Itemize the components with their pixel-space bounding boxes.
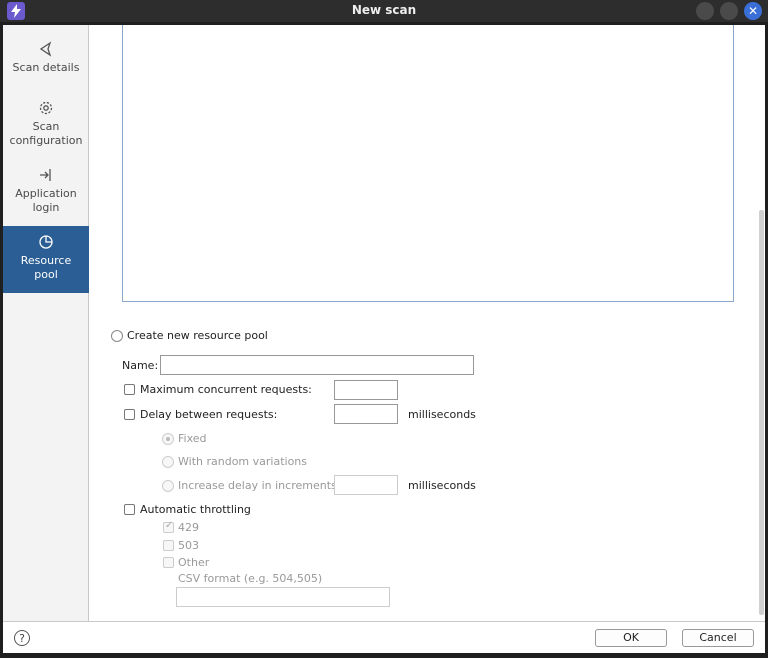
name-input[interactable]	[160, 355, 474, 375]
create-pool-label: Create new resource pool	[127, 329, 268, 342]
max-concurrent-checkbox[interactable]	[124, 384, 135, 395]
delay-input[interactable]	[334, 404, 398, 424]
code-429-checkbox[interactable]	[163, 520, 174, 533]
delay-units-label: milliseconds	[408, 408, 476, 421]
sidebar-item-label-2: configuration	[9, 134, 83, 147]
max-concurrent-input[interactable]	[334, 380, 398, 400]
dialog-window: New scan ✕ Scan details Scan configurati…	[0, 0, 768, 658]
sidebar-item-label-2: pool	[34, 268, 58, 281]
delay-label: Delay between requests:	[140, 408, 278, 421]
auto-throttling-checkbox[interactable]	[124, 504, 135, 515]
code-429-label: 429	[178, 521, 199, 534]
main-panel: Create new resource pool Name: Maximum c…	[90, 25, 765, 621]
pie-chart-icon	[39, 235, 53, 249]
sidebar-item-label: Resource	[20, 254, 72, 267]
max-concurrent-label: Maximum concurrent requests:	[140, 383, 312, 396]
help-icon[interactable]: ?	[14, 630, 30, 646]
dialog-footer: ? OK Cancel	[3, 621, 765, 653]
sidebar-item-label: Scan	[32, 120, 60, 133]
ok-button[interactable]: OK	[595, 629, 667, 647]
window-title: New scan	[351, 3, 417, 17]
delay-checkbox[interactable]	[124, 409, 135, 420]
close-button[interactable]: ✕	[744, 2, 762, 20]
increase-units-label: milliseconds	[408, 479, 476, 492]
gear-icon	[39, 101, 53, 115]
dialog-content: Scan details Scan configuration Applicat…	[3, 25, 765, 653]
other-checkbox[interactable]	[163, 557, 174, 568]
sidebar-item-application-login[interactable]: Application login	[3, 159, 89, 226]
increase-delay-input[interactable]	[334, 475, 398, 495]
maximize-button[interactable]	[720, 2, 738, 20]
fixed-label: Fixed	[178, 432, 207, 445]
increase-delay-radio[interactable]	[162, 480, 174, 492]
send-icon	[39, 41, 52, 57]
create-pool-radio[interactable]	[111, 330, 123, 342]
sidebar-item-label: Application	[15, 187, 77, 200]
vertical-scrollbar[interactable]	[759, 210, 764, 615]
sidebar-item-scan-details[interactable]: Scan details	[3, 33, 89, 100]
login-icon	[40, 169, 51, 181]
cancel-button[interactable]: Cancel	[682, 629, 754, 647]
random-variations-radio[interactable]	[162, 456, 174, 468]
csv-format-label: CSV format (e.g. 504,505)	[178, 572, 323, 585]
code-503-checkbox[interactable]	[163, 540, 174, 551]
title-bar[interactable]: New scan ✕	[0, 0, 768, 22]
sidebar-item-label-2: login	[32, 201, 60, 214]
other-label: Other	[178, 556, 210, 569]
sidebar-item-label: Scan details	[12, 61, 80, 74]
name-label: Name:	[122, 359, 159, 372]
fixed-radio[interactable]	[162, 433, 174, 445]
minimize-button[interactable]	[696, 2, 714, 20]
csv-input[interactable]	[176, 587, 390, 607]
code-503-label: 503	[178, 539, 199, 552]
sidebar-item-resource-pool[interactable]: Resource pool	[3, 226, 89, 293]
random-variations-label: With random variations	[178, 455, 308, 468]
sidebar-item-scan-configuration[interactable]: Scan configuration	[3, 92, 89, 162]
sidebar: Scan details Scan configuration Applicat…	[3, 25, 89, 621]
increase-delay-label: Increase delay in increments of	[178, 479, 351, 492]
auto-throttling-label: Automatic throttling	[140, 503, 251, 516]
resource-pool-list[interactable]	[122, 25, 734, 302]
